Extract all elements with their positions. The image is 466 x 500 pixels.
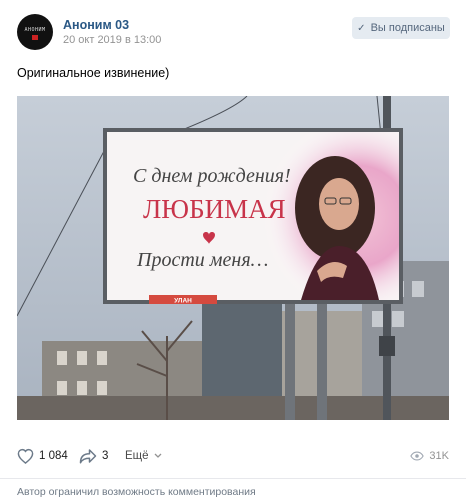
post-actions: 1 084 3 Ещё 31K: [17, 444, 449, 468]
heart-icon: [17, 448, 34, 464]
chevron-down-icon: [154, 453, 162, 459]
divider: [0, 478, 466, 479]
subscribed-button[interactable]: ✓ Вы подписаны: [352, 17, 450, 39]
post-text: Оригинальное извинение): [17, 66, 170, 80]
post-photo[interactable]: УЛАН С днем рождения! ЛЮБИМАЯ Прости мен…: [17, 96, 449, 420]
eye-icon: [410, 451, 425, 461]
share-arrow-icon: [79, 448, 97, 464]
small-sign-text: УЛАН: [174, 298, 192, 305]
subscribed-label: Вы подписаны: [370, 22, 445, 34]
like-button[interactable]: 1 084: [17, 444, 68, 468]
views-count: 31K: [429, 450, 449, 462]
post-date[interactable]: 20 окт 2019 в 13:00: [63, 34, 161, 46]
post-header: АНОНИМ Аноним 03 20 окт 2019 в 13:00 ✓ В…: [0, 0, 466, 56]
comments-disabled-note: Автор ограничил возможность комментирова…: [17, 486, 256, 498]
avatar[interactable]: АНОНИМ: [17, 14, 53, 50]
more-label: Ещё: [125, 450, 149, 462]
avatar-logo-text: АНОНИМ: [24, 27, 46, 33]
share-button[interactable]: 3: [79, 444, 108, 468]
billboard-line-2: ЛЮБИМАЯ: [143, 194, 286, 224]
like-count: 1 084: [39, 450, 68, 462]
billboard-line-1: С днем рождения!: [133, 165, 291, 187]
author-name[interactable]: Аноним 03: [63, 18, 129, 32]
billboard-photo: УЛАН С днем рождения! ЛЮБИМАЯ Прости мен…: [17, 96, 449, 420]
check-icon: ✓: [357, 22, 366, 34]
more-button[interactable]: Ещё: [125, 444, 162, 468]
views-counter: 31K: [410, 444, 449, 468]
share-count: 3: [102, 450, 109, 462]
billboard-line-3: Прости меня…: [136, 249, 268, 271]
avatar-logo-mark: [32, 35, 38, 40]
